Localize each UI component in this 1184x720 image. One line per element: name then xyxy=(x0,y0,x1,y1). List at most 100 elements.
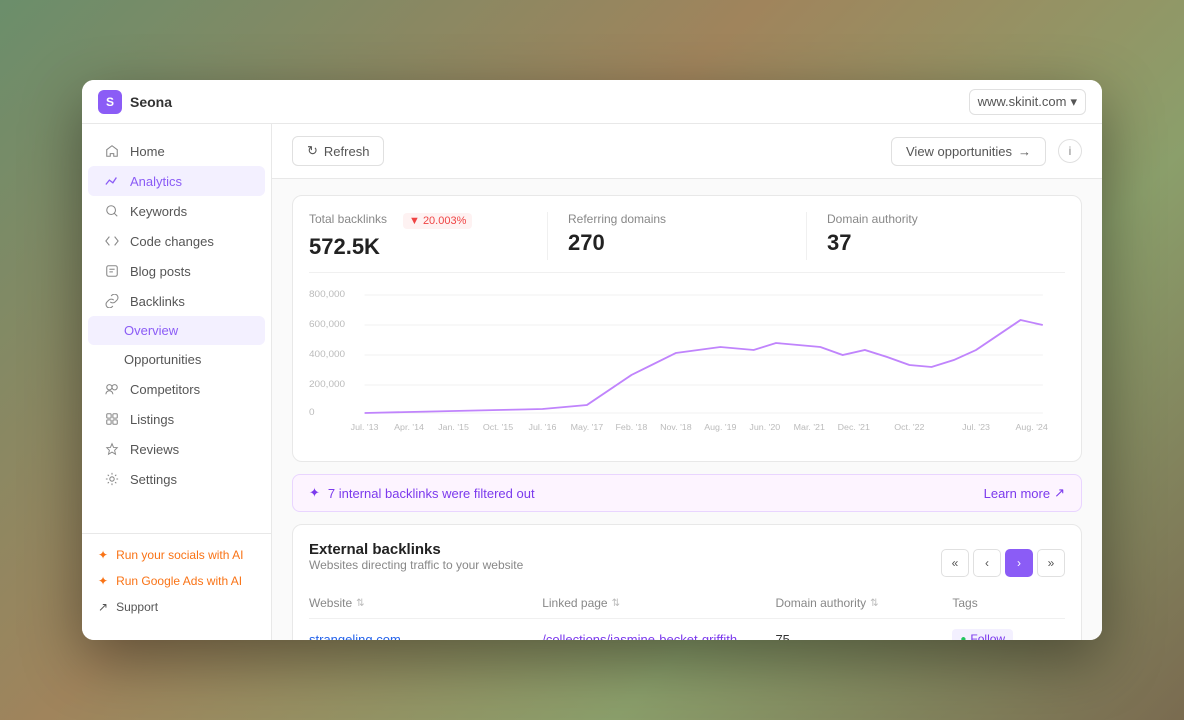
chevron-down-icon: ▾ xyxy=(1070,94,1077,110)
svg-text:400,000: 400,000 xyxy=(309,349,345,359)
sidebar-item-reviews[interactable]: Reviews xyxy=(88,434,265,464)
blog-icon xyxy=(104,263,120,279)
sidebar: Home Analytics Keywords Code changes xyxy=(82,124,272,640)
total-backlinks-label: Total backlinks xyxy=(309,212,387,226)
svg-text:200,000: 200,000 xyxy=(309,379,345,389)
sidebar-item-backlinks[interactable]: Backlinks xyxy=(88,286,265,316)
follow-dot: ● xyxy=(960,634,966,641)
domain-selector[interactable]: www.skinit.com ▾ xyxy=(969,89,1086,115)
sidebar-item-competitors[interactable]: Competitors xyxy=(88,374,265,404)
website-link[interactable]: strangeling.com xyxy=(309,632,401,641)
promo-socials[interactable]: ✦ Run your socials with AI xyxy=(82,542,271,568)
promo-icon-ads: ✦ xyxy=(98,574,108,588)
linked-page-link[interactable]: /collections/jasmine-becket-griffith xyxy=(542,632,737,641)
svg-text:800,000: 800,000 xyxy=(309,289,345,299)
section-subtitle: Websites directing traffic to your websi… xyxy=(309,558,523,572)
svg-text:600,000: 600,000 xyxy=(309,319,345,329)
svg-text:0: 0 xyxy=(309,407,315,417)
sidebar-item-settings[interactable]: Settings xyxy=(88,464,265,494)
row-domain-authority: 75 xyxy=(775,632,944,641)
analytics-icon xyxy=(104,173,120,189)
col-header-website: Website ⇅ xyxy=(309,596,534,610)
sidebar-item-home[interactable]: Home xyxy=(88,136,265,166)
svg-text:May. '17: May. '17 xyxy=(571,422,604,431)
view-opportunities-button[interactable]: View opportunities → xyxy=(891,137,1046,166)
stats-row: Total backlinks ▼ 20.003% 572.5K Referri… xyxy=(309,212,1065,273)
pagination-first[interactable]: « xyxy=(941,549,969,577)
down-arrow-icon: ▼ xyxy=(409,215,420,227)
col-header-domain-authority: Domain authority ⇅ xyxy=(775,596,944,610)
table-header: Website ⇅ Linked page ⇅ Domain authority… xyxy=(309,588,1065,619)
col-header-linked-page: Linked page ⇅ xyxy=(542,596,767,610)
content-area: ↻ Refresh View opportunities → i xyxy=(272,124,1102,640)
sidebar-item-analytics[interactable]: Analytics xyxy=(88,166,265,196)
stats-card: Total backlinks ▼ 20.003% 572.5K Referri… xyxy=(292,195,1082,462)
follow-badge: ● Follow xyxy=(952,629,1013,640)
info-icon[interactable]: i xyxy=(1058,139,1082,163)
sidebar-item-blog-posts[interactable]: Blog posts xyxy=(88,256,265,286)
sidebar-item-opportunities[interactable]: Opportunities xyxy=(88,345,265,374)
sidebar-item-keywords[interactable]: Keywords xyxy=(88,196,265,226)
stat-domain-authority: Domain authority 37 xyxy=(806,212,1065,260)
filter-notice: ✦ 7 internal backlinks were filtered out… xyxy=(292,474,1082,512)
refresh-icon: ↻ xyxy=(307,143,318,159)
sort-icon-domain-auth[interactable]: ⇅ xyxy=(870,598,878,609)
settings-icon xyxy=(104,471,120,487)
brand-name: Seona xyxy=(130,94,172,110)
external-icon: ↗ xyxy=(1054,485,1065,501)
domain-authority-label: Domain authority xyxy=(827,212,1045,226)
filter-icon: ✦ xyxy=(309,485,320,501)
sort-icon-website[interactable]: ⇅ xyxy=(356,598,364,609)
svg-text:Oct. '15: Oct. '15 xyxy=(483,422,514,431)
code-icon xyxy=(104,233,120,249)
row-linked-page: /collections/jasmine-becket-griffith xyxy=(542,632,767,641)
sidebar-label-reviews: Reviews xyxy=(130,442,179,457)
arrow-right-icon: → xyxy=(1018,144,1031,159)
promo-icon-socials: ✦ xyxy=(98,548,108,562)
sidebar-item-code-changes[interactable]: Code changes xyxy=(88,226,265,256)
promo-label-socials: Run your socials with AI xyxy=(116,548,243,562)
referring-domains-value: 270 xyxy=(568,230,786,256)
sidebar-label-opportunities: Opportunities xyxy=(124,352,201,367)
brand: S Seona xyxy=(98,90,172,114)
pagination-next[interactable]: › xyxy=(1005,549,1033,577)
col-header-tags: Tags xyxy=(952,596,1065,610)
filter-notice-left: ✦ 7 internal backlinks were filtered out xyxy=(309,485,535,501)
svg-text:Jan. '15: Jan. '15 xyxy=(438,422,469,431)
promo-ads[interactable]: ✦ Run Google Ads with AI xyxy=(82,568,271,594)
domain-authority-value: 37 xyxy=(827,230,1045,256)
learn-more-link[interactable]: Learn more ↗ xyxy=(984,485,1065,501)
support-link[interactable]: ↗ Support xyxy=(82,594,271,620)
section-title-group: External backlinks Websites directing tr… xyxy=(309,541,523,584)
svg-text:Oct. '22: Oct. '22 xyxy=(894,422,925,431)
sidebar-item-overview[interactable]: Overview xyxy=(88,316,265,345)
col-website-label: Website xyxy=(309,596,352,610)
sidebar-item-listings[interactable]: Listings xyxy=(88,404,265,434)
svg-text:Aug. '24: Aug. '24 xyxy=(1016,422,1049,431)
pagination-last[interactable]: » xyxy=(1037,549,1065,577)
refresh-button[interactable]: ↻ Refresh xyxy=(292,136,384,166)
refresh-label: Refresh xyxy=(324,144,370,159)
reviews-icon xyxy=(104,441,120,457)
col-linked-page-label: Linked page xyxy=(542,596,607,610)
sidebar-label-analytics: Analytics xyxy=(130,174,182,189)
svg-text:Nov. '18: Nov. '18 xyxy=(660,422,692,431)
sidebar-label-listings: Listings xyxy=(130,412,174,427)
competitors-icon xyxy=(104,381,120,397)
content-body: Total backlinks ▼ 20.003% 572.5K Referri… xyxy=(272,179,1102,640)
keywords-icon xyxy=(104,203,120,219)
main-content: Home Analytics Keywords Code changes xyxy=(82,124,1102,640)
pagination-prev[interactable]: ‹ xyxy=(973,549,1001,577)
svg-text:Feb. '18: Feb. '18 xyxy=(616,422,648,431)
backlinks-change-value: 20.003% xyxy=(423,215,466,227)
sidebar-label-overview: Overview xyxy=(124,323,178,338)
svg-text:Apr. '14: Apr. '14 xyxy=(394,422,424,431)
sidebar-label-competitors: Competitors xyxy=(130,382,200,397)
total-backlinks-value: 572.5K xyxy=(309,234,527,260)
svg-text:Dec. '21: Dec. '21 xyxy=(838,422,871,431)
referring-domains-label: Referring domains xyxy=(568,212,786,226)
view-opp-label: View opportunities xyxy=(906,144,1012,159)
svg-text:Aug. '19: Aug. '19 xyxy=(704,422,737,431)
sort-icon-linked-page[interactable]: ⇅ xyxy=(612,598,620,609)
col-domain-auth-label: Domain authority xyxy=(775,596,866,610)
